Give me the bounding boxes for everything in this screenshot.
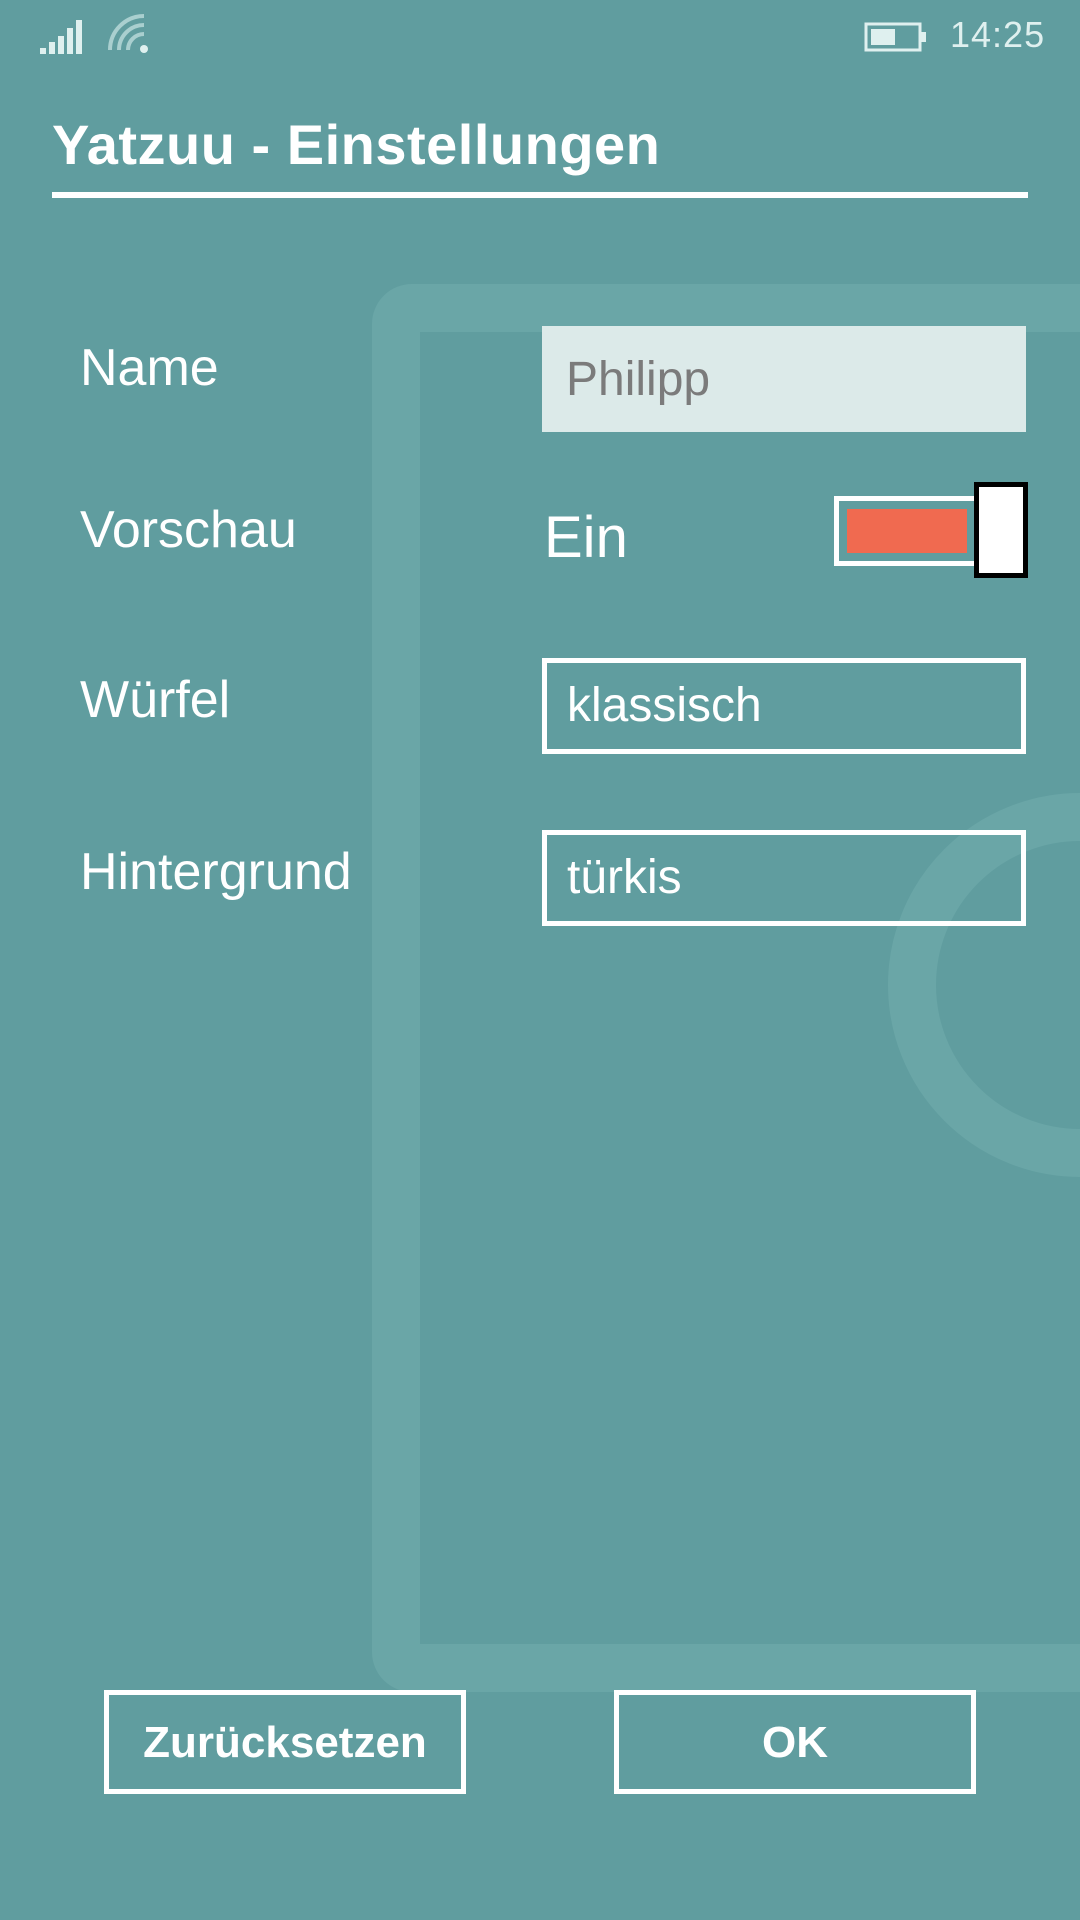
background-select-value: türkis bbox=[567, 851, 682, 904]
dice-select-value: klassisch bbox=[567, 679, 762, 732]
toggle-thumb[interactable] bbox=[974, 482, 1028, 578]
dice-select[interactable]: klassisch bbox=[542, 658, 1026, 754]
toggle-fill bbox=[847, 509, 967, 553]
preview-toggle-switch[interactable] bbox=[832, 482, 1028, 578]
preview-label: Vorschau bbox=[80, 501, 297, 559]
wifi-icon bbox=[108, 14, 148, 53]
battery-icon bbox=[864, 22, 926, 52]
name-label: Name bbox=[80, 339, 219, 397]
reset-button[interactable]: Zurücksetzen bbox=[104, 1690, 466, 1794]
ok-button[interactable]: OK bbox=[614, 1690, 976, 1794]
background-label: Hintergrund bbox=[80, 843, 352, 901]
background-dice-decoration bbox=[372, 284, 1080, 1692]
title-underline bbox=[52, 192, 1028, 198]
toggle-track bbox=[834, 496, 980, 566]
status-clock: 14:25 bbox=[950, 14, 1046, 55]
name-input[interactable] bbox=[542, 326, 1026, 432]
status-bar: 14:25 bbox=[0, 0, 1080, 80]
signal-icon bbox=[40, 20, 82, 54]
page-title: Yatzuu - Einstellungen bbox=[52, 113, 661, 176]
preview-toggle-state: Ein bbox=[544, 505, 628, 570]
background-select[interactable]: türkis bbox=[542, 830, 1026, 926]
dice-label: Würfel bbox=[80, 671, 231, 729]
